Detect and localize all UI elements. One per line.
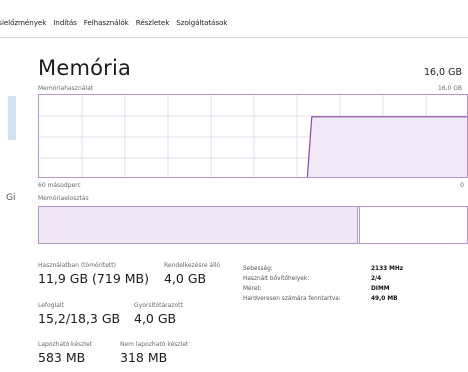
stat-paged-pool-label: Lapozható készlet [38,341,92,348]
usage-area [307,116,467,177]
stat-available-value: 4,0 GB [164,271,207,286]
property-row: Sebesség: 2133 MHz [243,264,403,274]
stat-paged-pool: Lapozható készlet 583 MB [38,341,92,365]
stat-cached-label: Gyorsítótárazott [134,302,183,309]
property-value: 49,0 MB [371,296,398,302]
stat-available: Rendelkezésre álló 4,0 GB [164,262,220,286]
memory-composition-bar [38,206,468,244]
property-key: Sebesség: [243,266,273,272]
stat-nonpaged-pool: Nem lapozható készlet 318 MB [120,341,188,365]
stat-nonpaged-pool-value: 318 MB [120,350,168,365]
stat-in-use-label: Használatban (tömörített) [38,262,116,269]
page-title: Memória [38,56,132,80]
stat-committed-value: 15,2/18,3 GB [38,311,121,326]
sidebar-item-label[interactable]: Gi [6,193,15,203]
property-row: Méret: DIMM [243,284,403,294]
tab-users[interactable]: Felhasználók [84,18,129,27]
property-key: Használt bővítőhelyek: [243,276,310,282]
stat-cached: Gyorsítótárazott 4,0 GB [134,302,183,326]
stat-in-use-value: 11,9 GB (719 MB) [38,271,149,286]
stat-in-use: Használatban (tömörített) 11,9 GB (719 M… [38,262,149,286]
stat-paged-pool-value: 583 MB [38,350,86,365]
total-memory: 16,0 GB [423,67,462,78]
property-value: 2133 MHz [371,266,404,272]
property-key: Hardveresen számára fenntartva: [243,296,341,302]
memory-usage-graph-svg [39,95,467,177]
stat-committed: Lefoglalt 15,2/18,3 GB [38,302,120,326]
property-key: Méret: [243,286,262,292]
composition-label: Memóriaelosztás [38,195,89,202]
property-value: DIMM [371,286,390,292]
property-row: Használt bővítőhelyek: 2/4 [243,274,403,284]
usage-graph-label: Memóriahasználat [38,85,94,92]
tab-services[interactable]: Szolgáltatások [176,18,227,27]
tab-details[interactable]: Részletek [136,18,170,27]
stat-nonpaged-pool-label: Nem lapozható készlet [120,341,189,348]
sidebar-selected-item[interactable] [8,96,16,140]
tab-bar: ásielőzmények Indítás Felhasználók Részl… [0,8,468,38]
composition-modified [358,207,360,243]
memory-properties: Sebesség: 2133 MHz Használt bővítőhelyek… [243,264,403,304]
tab-startup[interactable]: Indítás [53,18,77,27]
stat-cached-value: 4,0 GB [134,311,177,326]
property-value: 2/4 [371,276,382,282]
graph-time-label: 60 másodperc [38,182,81,189]
performance-sidebar [0,44,18,372]
composition-in-use [39,207,358,243]
stat-committed-label: Lefoglalt [38,302,64,309]
property-row: Hardveresen számára fenntartva: 49,0 MB [243,294,403,304]
tab-app-history[interactable]: ásielőzmények [0,18,46,27]
graph-time-zero: 0 [460,182,464,189]
memory-usage-graph [38,94,468,178]
usage-graph-max: 16,0 GB [437,85,462,92]
stat-available-label: Rendelkezésre álló [164,262,221,269]
